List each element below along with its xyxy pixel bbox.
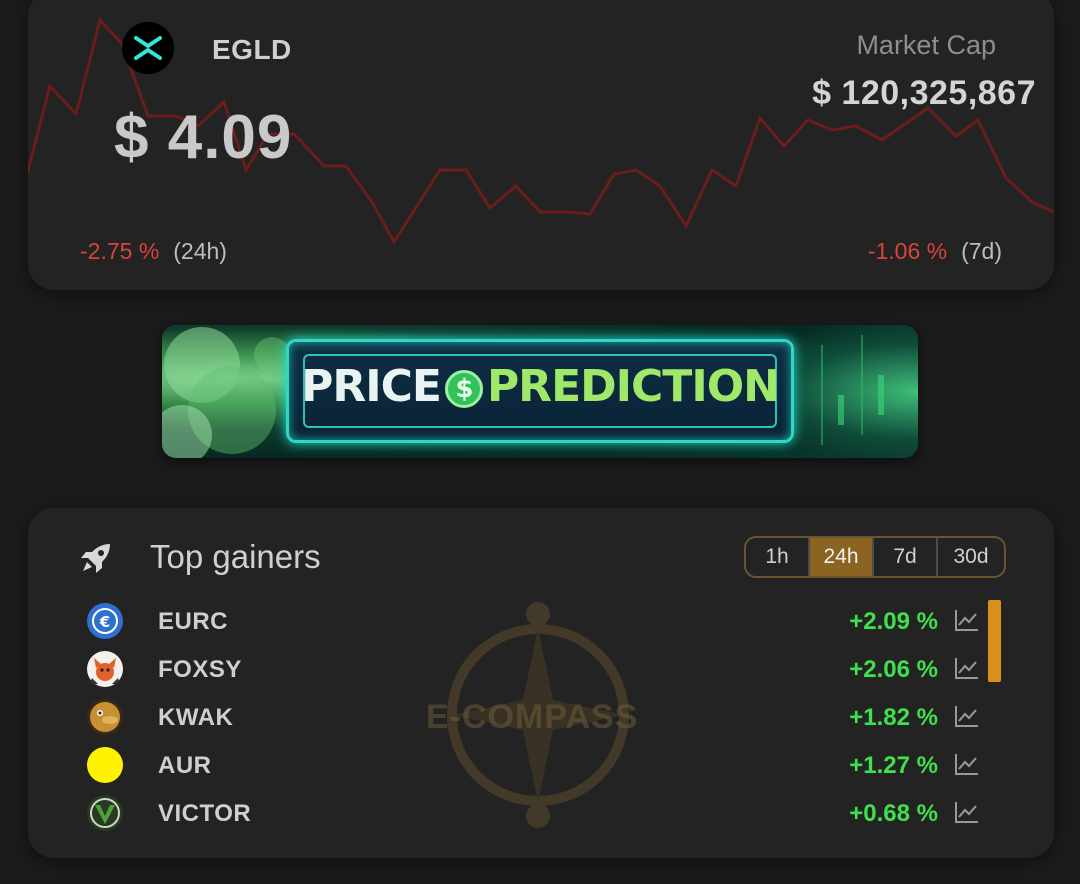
- market-cap-label: Market Cap: [856, 30, 996, 60]
- period-30d-button[interactable]: 30d: [938, 538, 1004, 576]
- dollar-coin-icon: $: [444, 370, 483, 408]
- banner-title: PRICE $ PREDICTION: [162, 361, 918, 412]
- gainer-row-victor[interactable]: VICTOR +0.68 %: [28, 790, 1054, 834]
- chart-icon[interactable]: [954, 800, 980, 824]
- chart-icon[interactable]: [954, 656, 980, 680]
- gainer-row-foxsy[interactable]: FOXSY +2.06 %: [28, 646, 1054, 690]
- change-7d: -1.06 % (7d): [868, 238, 1002, 265]
- change-24h-value: -2.75 %: [80, 238, 160, 264]
- price-prediction-banner[interactable]: PRICE $ PREDICTION: [162, 325, 918, 458]
- chart-icon[interactable]: [954, 704, 980, 728]
- period-24h-button[interactable]: 24h: [810, 538, 874, 576]
- period-1h-button[interactable]: 1h: [746, 538, 810, 576]
- market-cap-value: $ 120,325,867: [812, 74, 1036, 112]
- change-7d-value: -1.06 %: [867, 238, 948, 264]
- token-symbol: AUR: [158, 752, 212, 779]
- top-gainers-card: E-COMPASS Top gainers 1h 24h 7d 30d € EU…: [28, 508, 1054, 858]
- egld-logo: [122, 22, 174, 74]
- victor-logo-icon: [87, 795, 123, 831]
- foxsy-logo-icon: [87, 651, 123, 687]
- price-card[interactable]: EGLD $ 4.09 Market Cap $ 120,325,867 -2.…: [28, 0, 1054, 290]
- svg-text:€: €: [99, 613, 110, 631]
- change-7d-period: (7d): [961, 238, 1002, 264]
- rocket-icon: [81, 544, 110, 573]
- token-symbol: EURC: [158, 608, 229, 635]
- banner-word-prediction: PREDICTION: [486, 361, 780, 412]
- coin-price: $ 4.09: [114, 103, 293, 172]
- top-gainers-title: Top gainers: [150, 538, 321, 575]
- token-change: +2.09 %: [849, 608, 938, 635]
- banner-word-price: PRICE: [301, 361, 442, 412]
- token-symbol: KWAK: [158, 704, 234, 731]
- period-selector: 1h 24h 7d 30d: [744, 536, 1006, 578]
- change-24h-period: (24h): [173, 238, 227, 264]
- chart-icon[interactable]: [954, 608, 980, 632]
- gainer-row-aur[interactable]: AUR +1.27 %: [28, 742, 1054, 786]
- token-change: +1.82 %: [849, 704, 938, 731]
- chart-icon[interactable]: [954, 752, 980, 776]
- multiversx-x-icon: [134, 36, 162, 60]
- eurc-logo-icon: €: [87, 603, 123, 639]
- token-change: +2.06 %: [849, 656, 938, 683]
- gainer-row-eurc[interactable]: € EURC +2.09 %: [28, 598, 1054, 642]
- change-24h: -2.75 % (24h): [80, 238, 227, 265]
- token-change: +0.68 %: [849, 800, 938, 827]
- list-scrollbar[interactable]: [988, 600, 1001, 682]
- aur-logo-icon: [87, 747, 123, 783]
- token-symbol: FOXSY: [158, 656, 242, 683]
- period-7d-button[interactable]: 7d: [874, 538, 938, 576]
- kwak-duck-logo-icon: [87, 699, 123, 735]
- token-change: +1.27 %: [849, 752, 938, 779]
- coin-symbol: EGLD: [212, 34, 292, 65]
- token-symbol: VICTOR: [158, 800, 252, 827]
- gainer-row-kwak[interactable]: KWAK +1.82 %: [28, 694, 1054, 738]
